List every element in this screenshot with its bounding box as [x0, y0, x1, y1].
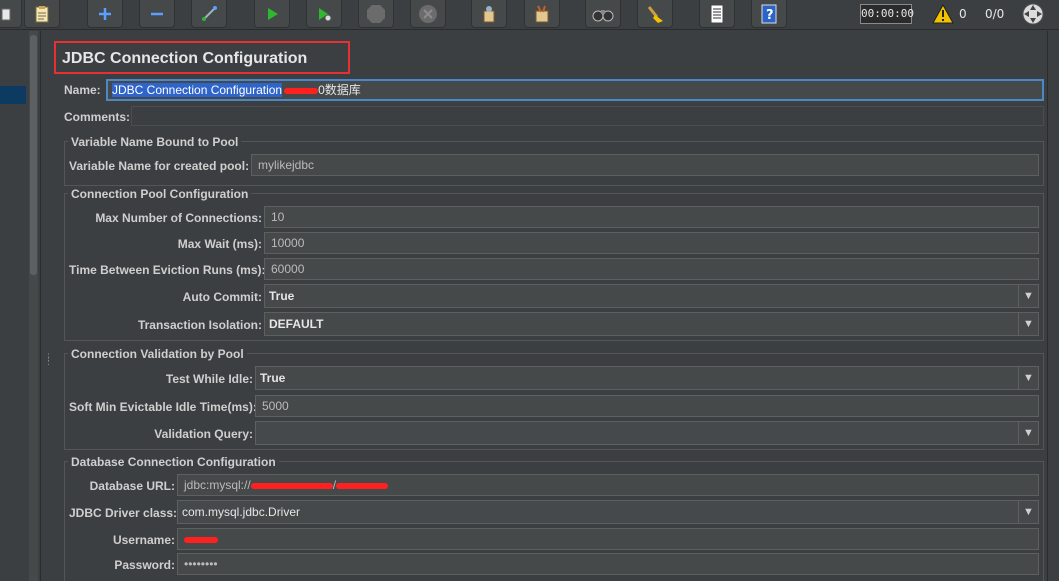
svg-text:?: ? — [766, 8, 774, 23]
open-button[interactable] — [0, 0, 22, 28]
name-selected-text: JDBC Connection Configuration — [112, 83, 283, 97]
tree-selected-node[interactable] — [0, 86, 26, 104]
tree-scrollbar-thumb[interactable] — [30, 35, 37, 275]
validation-query-select[interactable]: ▼ — [255, 421, 1039, 445]
expand-all-icon — [97, 6, 113, 22]
database-url-input[interactable]: jdbc:mysql:/// — [177, 474, 1039, 496]
templates-button[interactable] — [24, 0, 60, 28]
auto-commit-value: True — [269, 289, 295, 303]
chevron-down-icon[interactable]: ▼ — [1018, 422, 1038, 444]
help-button[interactable]: ? — [751, 0, 787, 28]
comments-input[interactable] — [131, 106, 1044, 126]
username-input[interactable] — [177, 528, 1039, 550]
start-icon — [264, 6, 280, 22]
database-group-title: Database Connection Configuration — [68, 455, 279, 469]
test-while-idle-select[interactable]: True ▼ — [255, 366, 1039, 390]
auto-commit-label: Auto Commit: — [182, 290, 262, 304]
stop-button[interactable] — [358, 0, 394, 28]
redaction-mark — [284, 87, 319, 94]
redaction-mark — [250, 482, 333, 489]
clear-all-button[interactable] — [524, 0, 560, 28]
test-plan-tree[interactable] — [0, 31, 40, 581]
name-input[interactable]: JDBC Connection Configuration 0数据库 — [106, 79, 1044, 101]
page-title: JDBC Connection Configuration — [62, 50, 308, 67]
chevron-down-icon[interactable]: ▼ — [1018, 501, 1038, 523]
validation-query-label: Validation Query: — [154, 427, 253, 441]
redaction-mark — [184, 536, 218, 543]
password-label: Password: — [114, 558, 175, 572]
tree-scrollbar[interactable] — [29, 31, 38, 581]
warning-count: 0 — [959, 7, 967, 21]
comments-label: Comments: — [64, 110, 131, 124]
chevron-down-icon[interactable]: ▼ — [1018, 313, 1038, 335]
stop-icon — [366, 4, 386, 24]
jdbc-driver-label: JDBC Driver class: — [69, 506, 178, 520]
pane-splitter[interactable]: ⋮ ⋮ — [40, 31, 53, 581]
max-wait-input[interactable]: 10000 — [264, 232, 1039, 254]
validation-group-title: Connection Validation by Pool — [68, 347, 247, 361]
max-wait-label: Max Wait (ms): — [177, 237, 262, 251]
search-button[interactable] — [585, 0, 621, 28]
test-while-idle-value: True — [260, 371, 286, 385]
reset-search-icon — [645, 4, 665, 24]
toggle-icon — [200, 5, 218, 23]
start-no-pauses-button[interactable] — [306, 0, 342, 28]
clear-button[interactable] — [471, 0, 507, 28]
remote-start-icon[interactable] — [1021, 0, 1045, 28]
database-url-label: Database URL: — [89, 479, 175, 493]
chevron-down-icon[interactable]: ▼ — [1018, 367, 1038, 389]
templates-icon — [33, 5, 51, 23]
splitter-grip-icon: ⋮ ⋮ — [44, 353, 53, 367]
function-helper-button[interactable] — [699, 0, 735, 28]
shutdown-icon — [418, 4, 438, 24]
eviction-runs-label: Time Between Eviction Runs (ms): — [69, 263, 266, 277]
eviction-runs-input[interactable]: 60000 — [264, 258, 1039, 280]
collapse-all-button[interactable] — [139, 0, 175, 28]
username-label: Username: — [112, 533, 175, 547]
max-connections-label: Max Number of Connections: — [95, 211, 262, 225]
jdbc-driver-select[interactable]: com.mysql.jdbc.Driver ▼ — [177, 500, 1039, 524]
soft-min-evictable-input[interactable]: 5000 — [255, 395, 1039, 417]
expand-all-button[interactable] — [87, 0, 123, 28]
test-while-idle-label: Test While Idle: — [165, 372, 253, 386]
toggle-button[interactable] — [191, 0, 227, 28]
name-label: Name: — [64, 83, 101, 97]
open-icon — [0, 6, 12, 22]
elapsed-timer: 00:00:00 — [860, 4, 914, 24]
shutdown-button[interactable] — [410, 0, 446, 28]
pool-group-title: Connection Pool Configuration — [68, 187, 252, 201]
transaction-isolation-label: Transaction Isolation: — [137, 318, 262, 332]
variable-name-input[interactable]: mylikejdbc — [251, 154, 1039, 176]
collapse-all-icon — [149, 6, 165, 22]
toolbar: ? 00:00:00 0 0/0 — [0, 0, 1059, 30]
auto-commit-select[interactable]: True ▼ — [264, 284, 1039, 308]
clear-all-icon — [532, 4, 552, 24]
redaction-mark — [336, 482, 389, 489]
database-url-prefix: jdbc:mysql:// — [184, 478, 251, 492]
max-connections-input[interactable]: 10 — [264, 206, 1039, 228]
transaction-isolation-value: DEFAULT — [269, 317, 324, 331]
clear-icon — [479, 4, 499, 24]
transaction-isolation-select[interactable]: DEFAULT ▼ — [264, 312, 1039, 336]
function-helper-icon — [708, 4, 726, 24]
start-no-pauses-icon — [316, 6, 332, 22]
thread-count: 0/0 — [985, 7, 1005, 21]
variable-group-title: Variable Name Bound to Pool — [68, 135, 242, 149]
search-icon — [592, 6, 614, 22]
soft-min-evictable-label: Soft Min Evictable Idle Time(ms): — [69, 400, 257, 414]
jdbc-config-panel: JDBC Connection Configuration Name: JDBC… — [53, 31, 1059, 581]
name-suffix-text: 0数据库 — [318, 83, 361, 97]
chevron-down-icon[interactable]: ▼ — [1018, 285, 1038, 307]
jdbc-driver-value: com.mysql.jdbc.Driver — [182, 505, 301, 519]
help-icon: ? — [760, 4, 778, 24]
variable-name-label: Variable Name for created pool: — [69, 159, 250, 173]
reset-search-button[interactable] — [637, 0, 673, 28]
warning-icon[interactable] — [932, 0, 954, 28]
start-button[interactable] — [254, 0, 290, 28]
panel-scrollbar[interactable] — [1047, 31, 1059, 581]
password-input[interactable]: •••••••• — [177, 553, 1039, 575]
